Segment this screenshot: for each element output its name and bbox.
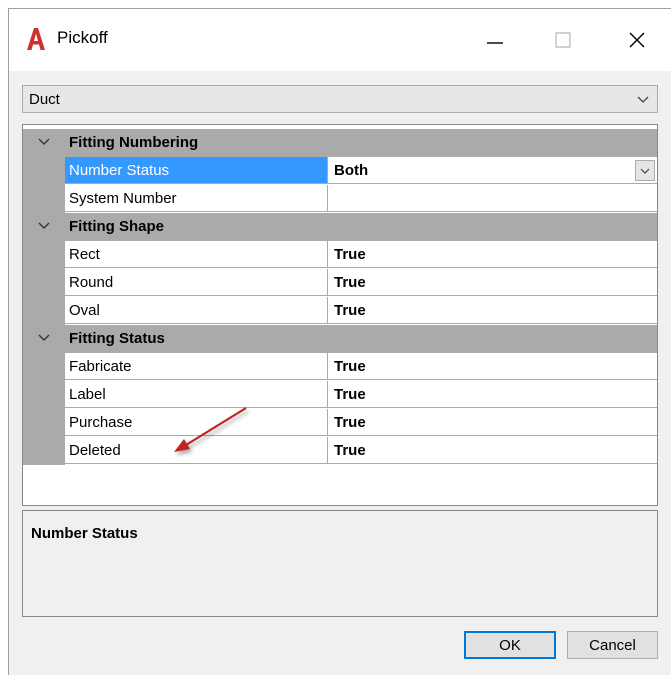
property-value-cell[interactable]: True <box>328 409 657 436</box>
property-value-cell[interactable]: Both <box>328 157 657 184</box>
property-value: True <box>334 246 366 263</box>
property-name: Purchase <box>69 414 133 431</box>
ok-button[interactable]: OK <box>464 631 556 659</box>
maximize-icon <box>555 32 571 48</box>
object-type-value: Duct <box>29 91 60 108</box>
property-name-cell[interactable]: Number Status <box>65 157 328 184</box>
property-row-rect[interactable]: Rect True <box>23 241 657 269</box>
property-name-cell[interactable]: Rect <box>65 241 328 268</box>
property-name: System Number <box>69 190 177 207</box>
description-title: Number Status <box>31 525 138 542</box>
property-value: True <box>334 302 366 319</box>
property-name: Label <box>69 386 106 403</box>
category-fitting-status[interactable]: Fitting Status <box>23 325 657 353</box>
property-value: True <box>334 358 366 375</box>
category-label: Fitting Status <box>69 330 165 347</box>
property-row-system-number[interactable]: System Number <box>23 185 657 213</box>
value-dropdown-button[interactable] <box>635 160 655 181</box>
property-value: True <box>334 442 366 459</box>
cancel-button[interactable]: Cancel <box>567 631 658 659</box>
close-icon <box>629 32 645 48</box>
property-grid: Fitting Numbering Number Status Both Sys… <box>22 124 658 506</box>
property-row-number-status[interactable]: Number Status Both <box>23 157 657 185</box>
chevron-down-icon <box>640 168 650 174</box>
window-title: Pickoff <box>57 28 108 47</box>
property-name-cell[interactable]: Fabricate <box>65 353 328 380</box>
property-row-round[interactable]: Round True <box>23 269 657 297</box>
property-value: Both <box>334 162 369 179</box>
description-panel: Number Status <box>22 510 658 617</box>
property-row-deleted[interactable]: Deleted True <box>23 437 657 465</box>
property-value-cell[interactable]: True <box>328 241 657 268</box>
property-row-oval[interactable]: Oval True <box>23 297 657 325</box>
property-value-cell[interactable]: True <box>328 297 657 324</box>
property-value: True <box>334 386 366 403</box>
category-label: Fitting Shape <box>69 218 164 235</box>
property-value-cell[interactable]: True <box>328 269 657 296</box>
close-button[interactable] <box>610 9 664 71</box>
property-name: Rect <box>69 246 100 263</box>
property-name: Oval <box>69 302 100 319</box>
property-row-purchase[interactable]: Purchase True <box>23 409 657 437</box>
property-value-cell[interactable]: True <box>328 353 657 380</box>
annotation-arrow-icon <box>174 407 247 452</box>
category-fitting-shape[interactable]: Fitting Shape <box>23 213 657 241</box>
autocad-logo-icon <box>27 28 45 50</box>
minimize-button[interactable] <box>468 9 522 71</box>
property-value-cell[interactable]: True <box>328 381 657 408</box>
property-name: Round <box>69 274 114 291</box>
chevron-down-icon <box>637 96 649 103</box>
property-name-cell[interactable]: Oval <box>65 297 328 324</box>
property-value: True <box>334 414 366 431</box>
property-name-cell[interactable]: Round <box>65 269 328 296</box>
chevron-down-icon[interactable] <box>37 137 51 147</box>
property-name: Fabricate <box>69 358 132 375</box>
property-row-label[interactable]: Label True <box>23 381 657 409</box>
property-value: True <box>334 274 366 291</box>
category-label: Fitting Numbering <box>69 134 199 151</box>
chevron-down-icon[interactable] <box>37 221 51 231</box>
property-name-cell[interactable]: System Number <box>65 185 328 212</box>
property-value-cell[interactable]: True <box>328 437 657 464</box>
chevron-down-icon[interactable] <box>37 333 51 343</box>
property-name: Deleted <box>69 442 121 459</box>
property-value-cell[interactable] <box>328 185 657 212</box>
category-fitting-numbering[interactable]: Fitting Numbering <box>23 129 657 157</box>
property-name: Number Status <box>69 162 170 179</box>
title-bar[interactable]: Pickoff <box>9 9 671 71</box>
property-row-fabricate[interactable]: Fabricate True <box>23 353 657 381</box>
maximize-button[interactable] <box>536 9 590 71</box>
minimize-icon <box>487 42 503 44</box>
object-type-dropdown[interactable]: Duct <box>22 85 658 113</box>
